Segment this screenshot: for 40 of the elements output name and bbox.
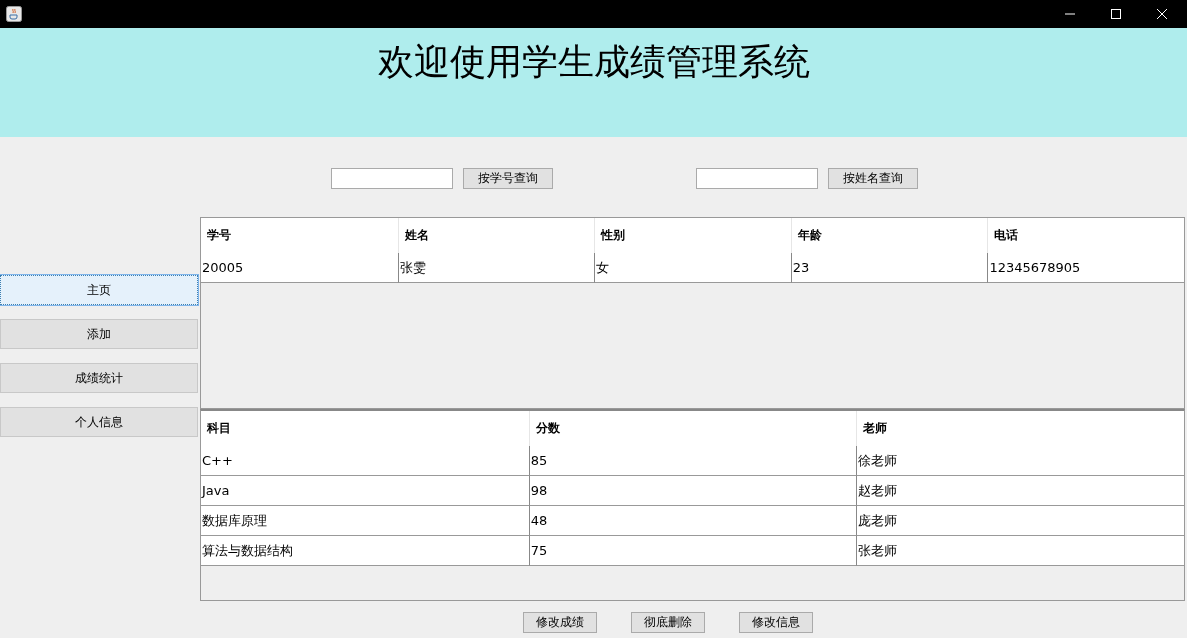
table-cell: 徐老师 xyxy=(856,446,1184,476)
close-icon[interactable] xyxy=(1157,9,1167,19)
table-cell: 23 xyxy=(790,253,988,283)
column-header: 分数 xyxy=(528,411,857,446)
action-button[interactable]: 修改信息 xyxy=(738,612,813,633)
table-cell: 张雯 xyxy=(397,253,595,283)
sidebar-item[interactable]: 主页 xyxy=(0,275,198,305)
table-cell: 女 xyxy=(594,253,791,283)
coffee-cup-icon xyxy=(6,6,22,22)
search-field[interactable] xyxy=(331,168,453,189)
sidebar-item[interactable]: 添加 xyxy=(0,319,198,349)
table-cell: 48 xyxy=(528,506,857,536)
column-header: 老师 xyxy=(856,411,1184,446)
search-field[interactable] xyxy=(696,168,818,189)
search-button[interactable]: 按学号查询 xyxy=(463,168,553,189)
column-header: 学号 xyxy=(206,227,232,244)
column-header: 电话 xyxy=(987,218,1184,253)
table-cell: 75 xyxy=(528,536,857,566)
column-header: 科目 xyxy=(206,420,232,437)
sidebar-item[interactable]: 成绩统计 xyxy=(0,363,198,393)
table-cell: 20005 xyxy=(201,253,398,283)
table-cell: 85 xyxy=(528,446,857,476)
table-cell: Java xyxy=(201,476,529,506)
table-cell: 张老师 xyxy=(856,536,1184,566)
column-header: 姓名 xyxy=(397,218,595,253)
action-button[interactable]: 修改成绩 xyxy=(522,612,597,633)
column-header: 年龄 xyxy=(790,218,988,253)
search-button[interactable]: 按姓名查询 xyxy=(828,168,918,189)
table-cell: 算法与数据结构 xyxy=(201,536,529,566)
column-header: 性别 xyxy=(594,218,791,253)
table-cell: C++ xyxy=(201,446,529,476)
table-cell: 98 xyxy=(528,476,857,506)
maximize-icon[interactable] xyxy=(1111,9,1121,19)
table-cell: 赵老师 xyxy=(856,476,1184,506)
app-title: 欢迎使用学生成绩管理系统 xyxy=(377,40,810,84)
action-button[interactable]: 彻底删除 xyxy=(630,612,705,633)
table-cell: 庞老师 xyxy=(856,506,1184,536)
table-cell: 12345678905 xyxy=(987,253,1184,283)
table-cell: 数据库原理 xyxy=(201,506,529,536)
sidebar-item[interactable]: 个人信息 xyxy=(0,407,198,437)
